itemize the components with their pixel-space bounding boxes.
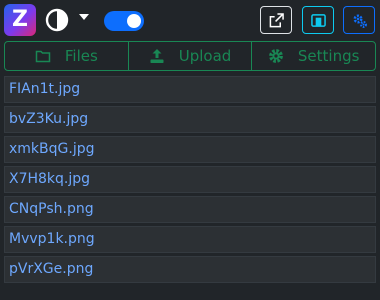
app-logo[interactable]: Z xyxy=(4,4,36,36)
tab-files[interactable]: Files xyxy=(5,42,128,70)
gears-icon xyxy=(353,14,368,29)
file-item[interactable]: xmkBqG.jpg xyxy=(4,136,376,163)
file-item[interactable]: bvZ3Ku.jpg xyxy=(4,106,376,133)
tab-settings-label: Settings xyxy=(297,47,360,65)
external-link-icon xyxy=(269,13,284,28)
tab-bar: Files Upload Settings xyxy=(4,41,376,71)
advanced-settings-button[interactable] xyxy=(343,6,375,34)
tab-files-label: Files xyxy=(64,47,98,65)
file-item[interactable]: Mvvp1k.png xyxy=(4,226,376,253)
folder-icon xyxy=(35,50,51,63)
logo-letter: Z xyxy=(12,7,28,32)
tab-upload-label: Upload xyxy=(178,47,232,65)
toggle-switch[interactable] xyxy=(104,11,144,31)
layout-columns-icon xyxy=(311,14,326,27)
contrast-icon[interactable] xyxy=(45,8,69,32)
toggle-knob xyxy=(127,14,141,28)
top-bar: Z xyxy=(0,0,380,40)
file-list: FIAn1t.jpg bvZ3Ku.jpg xmkBqG.jpg X7H8kq.… xyxy=(4,76,376,286)
layout-panel-button[interactable] xyxy=(302,6,334,34)
file-item[interactable]: pVrXGe.png xyxy=(4,256,376,283)
tab-upload[interactable]: Upload xyxy=(127,42,252,70)
chevron-down-icon[interactable] xyxy=(79,14,89,20)
open-external-button[interactable] xyxy=(260,6,292,34)
gear-icon xyxy=(269,49,283,63)
tab-settings[interactable]: Settings xyxy=(251,42,375,70)
file-item[interactable]: FIAn1t.jpg xyxy=(4,76,376,103)
file-item[interactable]: CNqPsh.png xyxy=(4,196,376,223)
file-item[interactable]: X7H8kq.jpg xyxy=(4,166,376,193)
upload-icon xyxy=(150,49,164,63)
